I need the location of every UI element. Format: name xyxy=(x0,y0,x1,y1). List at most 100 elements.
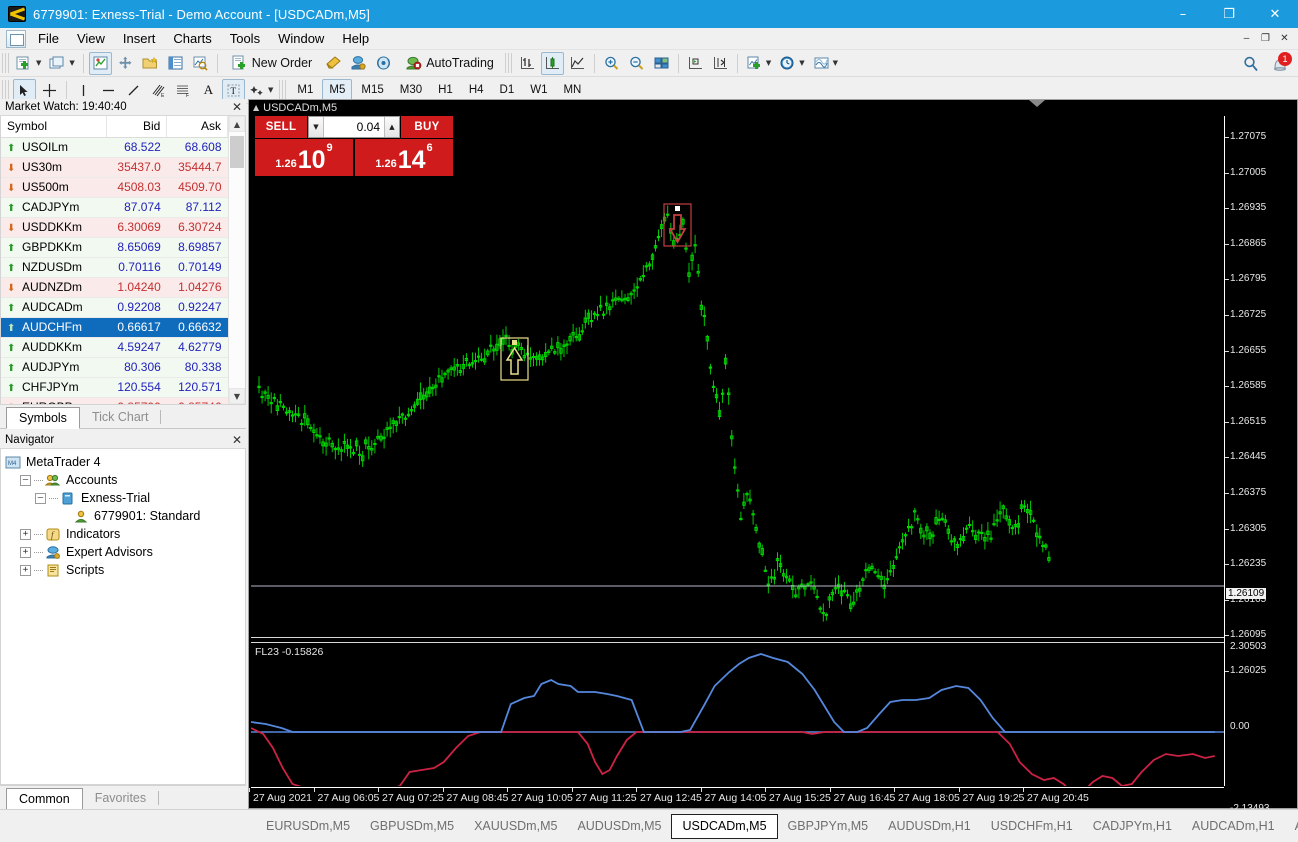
table-row[interactable]: ⬆ CHFJPYm 120.554 120.571 xyxy=(1,377,228,398)
bid-cell[interactable]: 80.306 xyxy=(106,357,167,378)
symbol-cell[interactable]: ⬆ USOILm xyxy=(1,137,107,158)
ask-cell[interactable]: 4.62779 xyxy=(166,337,228,358)
table-row[interactable]: ⬇ AUDNZDm 1.04240 1.04276 xyxy=(1,277,228,298)
symbol-cell[interactable]: ⬆ CADJPYm xyxy=(1,197,107,218)
scrollbar-track[interactable] xyxy=(229,132,245,388)
bid-cell[interactable]: 0.70116 xyxy=(106,257,167,278)
chart-tab-gbpusdm-m5[interactable]: GBPUSDm,M5 xyxy=(360,814,464,839)
time-axis[interactable]: 27 Aug 2021 27 Aug 06:05 27 Aug 07:25 27 Au… xyxy=(249,787,1224,808)
timeframe-m15[interactable]: M15 xyxy=(354,79,390,101)
ask-cell[interactable]: 0.70149 xyxy=(166,257,228,278)
expand-icon[interactable]: + xyxy=(20,564,31,576)
tab-tick-chart[interactable]: Tick Chart xyxy=(79,406,161,428)
market-watch-scrollbar[interactable]: ▲ ▼ xyxy=(228,116,245,404)
symbol-cell[interactable]: ⬆ AUDDKKm xyxy=(1,337,107,358)
symbol-cell[interactable]: ⬇ USDDKKm xyxy=(1,217,107,238)
line-chart-button[interactable] xyxy=(566,52,589,75)
ask-cell[interactable]: 0.66632 xyxy=(166,317,228,338)
alerts-icon[interactable]: 1 xyxy=(1270,51,1292,73)
table-row[interactable]: ⬆ NZDUSDm 0.70116 0.70149 xyxy=(1,257,228,278)
doc-close-button[interactable]: ✕ xyxy=(1275,30,1294,47)
bid-cell[interactable]: 35437.0 xyxy=(106,157,167,178)
toolbar-grip-4[interactable] xyxy=(279,80,287,100)
menu-file[interactable]: File xyxy=(29,28,68,49)
close-button[interactable]: ✕ xyxy=(1252,0,1298,28)
minimize-button[interactable]: – xyxy=(1160,0,1206,28)
menu-help[interactable]: Help xyxy=(333,28,378,49)
tab-symbols[interactable]: Symbols xyxy=(6,407,80,429)
bid-cell[interactable]: 68.522 xyxy=(106,137,167,158)
ask-cell[interactable]: 35444.7 xyxy=(166,157,228,178)
bid-cell[interactable]: 0.92208 xyxy=(106,297,167,318)
bid-cell[interactable]: 1.04240 xyxy=(106,277,167,298)
expert-advisors-button[interactable] xyxy=(347,52,370,75)
ask-cell[interactable]: 68.608 xyxy=(166,137,228,158)
pane-splitter[interactable] xyxy=(251,637,1224,643)
ask-cell[interactable]: 4509.70 xyxy=(166,177,228,198)
col-symbol[interactable]: Symbol xyxy=(1,116,107,138)
chart-tab-gbpjpym-m5[interactable]: GBPJPYm,M5 xyxy=(778,814,879,839)
ask-cell[interactable]: 6.30724 xyxy=(166,217,228,238)
symbol-cell[interactable]: ⬆ AUDCADm xyxy=(1,297,107,318)
chart-tab-audusdm-h1[interactable]: AUDUSDm,H1 xyxy=(878,814,981,839)
terminal-button[interactable] xyxy=(164,52,187,75)
symbol-cell[interactable]: ⬆ GBPDKKm xyxy=(1,237,107,258)
signals-button[interactable] xyxy=(372,52,395,75)
new-chart-button[interactable]: ▼ xyxy=(13,52,44,75)
chart-shift-button[interactable] xyxy=(684,52,707,75)
expand-icon[interactable]: + xyxy=(20,528,31,540)
tile-windows-button[interactable] xyxy=(650,52,673,75)
timeframe-d1[interactable]: D1 xyxy=(493,79,522,101)
auto-scroll-button[interactable] xyxy=(709,52,732,75)
menu-window[interactable]: Window xyxy=(269,28,333,49)
bid-cell[interactable]: 6.30069 xyxy=(106,217,167,238)
bid-cell[interactable]: 87.074 xyxy=(106,197,167,218)
col-bid[interactable]: Bid xyxy=(106,116,168,138)
ask-cell[interactable]: 87.112 xyxy=(166,197,228,218)
bid-cell[interactable]: 8.65069 xyxy=(106,237,167,258)
strategy-tester-button[interactable] xyxy=(189,52,212,75)
timeframe-m1[interactable]: M1 xyxy=(290,79,320,101)
autotrading-button[interactable]: AutoTrading xyxy=(397,52,502,75)
navigator-close-icon[interactable]: ✕ xyxy=(232,433,242,447)
bid-cell[interactable]: 4.59247 xyxy=(106,337,167,358)
timeframe-m5[interactable]: M5 xyxy=(322,79,353,101)
bid-cell[interactable]: 0.66617 xyxy=(106,317,167,338)
collapse-icon[interactable]: – xyxy=(35,492,46,504)
ask-cell[interactable]: 80.338 xyxy=(166,357,228,378)
nav-item-expert-advisors[interactable]: + Expert Advisors xyxy=(5,543,245,561)
bar-chart-button[interactable] xyxy=(516,52,539,75)
indicator-pane[interactable]: FL23 -0.15826 xyxy=(251,644,1224,786)
market-watch-close-icon[interactable]: ✕ xyxy=(232,100,242,114)
table-row[interactable]: ⬆ AUDDKKm 4.59247 4.62779 xyxy=(1,337,228,358)
ask-cell[interactable]: 120.571 xyxy=(166,377,228,398)
symbol-cell[interactable]: ⬆ CHFJPYm xyxy=(1,377,107,398)
scroll-up-icon[interactable]: ▲ xyxy=(229,116,245,132)
ask-cell[interactable]: 0.85746 xyxy=(166,397,228,404)
table-row[interactable]: ⬆ GBPDKKm 8.65069 8.69857 xyxy=(1,237,228,258)
scroll-down-icon[interactable]: ▼ xyxy=(229,388,245,404)
bid-cell[interactable]: 120.554 xyxy=(106,377,167,398)
candlestick-chart-button[interactable] xyxy=(540,51,564,75)
chart-tab-audusdm-m5[interactable]: AUDUSDm,M5 xyxy=(567,814,671,839)
timeframe-h4[interactable]: H4 xyxy=(462,79,491,101)
maximize-button[interactable]: ❐ xyxy=(1206,0,1252,28)
symbol-cell[interactable]: ⬇EURGBPm xyxy=(1,397,107,404)
nav-item-exness-trial[interactable]: – Exness-Trial xyxy=(5,489,245,507)
chart-tab-usdcadm-m5[interactable]: USDCADm,M5 xyxy=(671,813,778,839)
doc-minimize-button[interactable]: – xyxy=(1237,30,1256,47)
bid-cell[interactable]: 0.85700 xyxy=(106,397,167,404)
timeframe-h1[interactable]: H1 xyxy=(431,79,460,101)
nav-item-indicators[interactable]: + f Indicators xyxy=(5,525,245,543)
chart-collapse-icon[interactable]: ▲ xyxy=(253,103,259,112)
chart-tab-cadjpym-h1[interactable]: CADJPYm,H1 xyxy=(1083,814,1182,839)
nav-item-scripts[interactable]: + Scripts xyxy=(5,561,245,579)
doc-restore-button[interactable]: ❐ xyxy=(1256,30,1275,47)
menu-tools[interactable]: Tools xyxy=(221,28,269,49)
table-row[interactable]: ⬇ US500m 4508.03 4509.70 xyxy=(1,177,228,198)
table-row[interactable]: ⬆ AUDCADm 0.92208 0.92247 xyxy=(1,297,228,318)
table-row[interactable]: ⬇EURGBPm0.857000.85746 xyxy=(1,397,228,404)
chart-tab-au[interactable]: AU xyxy=(1285,814,1298,839)
tab-favorites[interactable]: Favorites xyxy=(82,787,159,809)
periods-button[interactable]: ▼ xyxy=(776,52,807,75)
